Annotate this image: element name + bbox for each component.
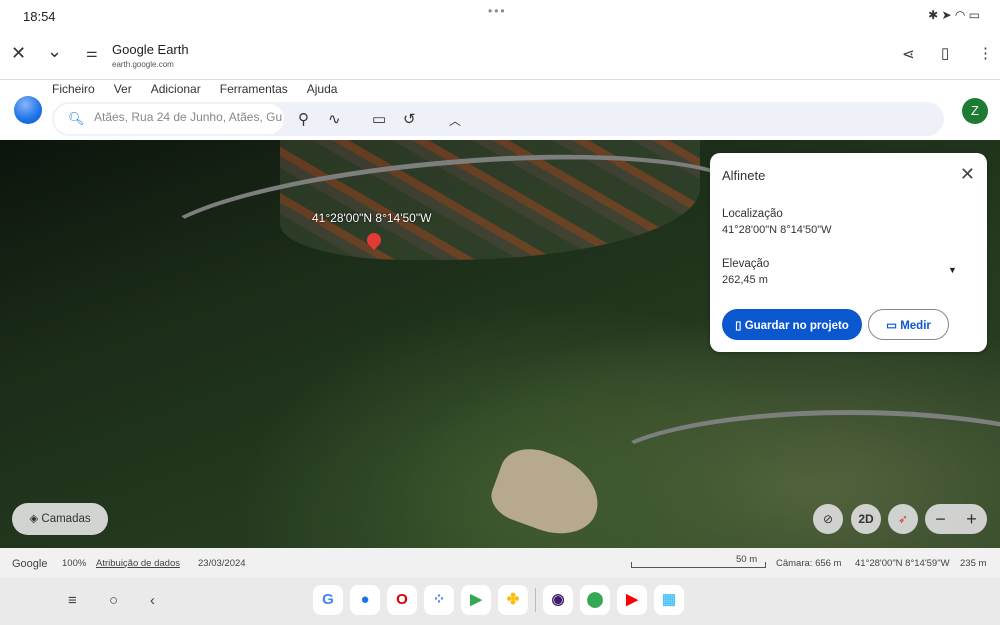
cursor-coords: 41°28'00"N 8°14'59"W [855, 558, 950, 569]
avatar[interactable]: Z [962, 98, 988, 124]
location-value: 41°28'00"N 8°14'50"W [722, 224, 832, 236]
measure-button[interactable]: ▭ Medir [868, 309, 949, 340]
menu-tools[interactable]: Ferramentas [220, 82, 288, 96]
browser-bar: ✕ ⌄ ⚌ Google Earth earth.google.com ⋖ ▯ … [0, 32, 1000, 80]
google-brand: Google [12, 558, 48, 570]
bookmark-icon: ▯ [735, 319, 745, 332]
status-icons: ✱ ➤ ◠ ▭ [928, 8, 980, 22]
save-label: Guardar no projeto [744, 319, 849, 332]
page-title: Google Earth [112, 42, 189, 57]
menu-help[interactable]: Ajuda [307, 82, 338, 96]
cursor-elevation: 235 m [960, 558, 987, 569]
home-icon[interactable]: ○ [109, 592, 118, 609]
quarry-area [485, 439, 610, 546]
app-photos-icon[interactable]: ✤ [498, 585, 528, 615]
more-vert-icon[interactable]: ⋮ [978, 44, 993, 62]
history-icon[interactable]: ↺ [403, 110, 416, 128]
chevron-up-icon[interactable]: ︿ [449, 112, 461, 129]
card-title: Alfinete [722, 168, 766, 183]
elevation-value: 262,45 m [722, 274, 768, 286]
menu-view[interactable]: Ver [114, 82, 132, 96]
bookmark-icon[interactable]: ▯ [941, 44, 949, 62]
close-icon[interactable]: ✕ [960, 164, 975, 185]
measure-label: Medir [900, 319, 931, 332]
zoom-level: 100% [62, 558, 87, 569]
app-opera-icon[interactable]: O [387, 585, 417, 615]
save-to-project-button[interactable]: ▯ Guardar no projeto [722, 309, 862, 340]
search-input[interactable] [94, 110, 284, 124]
more-dots: ••• [488, 4, 507, 18]
menu-file[interactable]: Ficheiro [52, 82, 95, 96]
ruler-icon: ▭ [886, 319, 901, 332]
scale-label: 50 m [736, 554, 758, 565]
app-google-icon[interactable]: G [313, 585, 343, 615]
app-maps-icon[interactable]: ⬤ [580, 585, 610, 615]
location-label: Localização [722, 208, 783, 220]
app-assistant-icon[interactable]: ⁘ [424, 585, 454, 615]
app-messages-icon[interactable]: ● [350, 585, 380, 615]
menu-bar: Ficheiro Ver Adicionar Ferramentas Ajuda [52, 82, 356, 96]
zoom-out-icon[interactable]: − [935, 504, 946, 534]
pin-info-card: Alfinete ✕ Localização 41°28'00"N 8°14'5… [710, 153, 987, 352]
imagery-date: 23/03/2024 [198, 558, 246, 569]
android-taskbar: ≡ ○ ‹ G ● O ⁘ ▶ ✤ ◉ ⬤ ▶ ▦ [0, 578, 1000, 625]
app-play-store-icon[interactable]: ▶ [461, 585, 491, 615]
menu-add[interactable]: Adicionar [151, 82, 201, 96]
layers-icon: ◈ [29, 513, 42, 525]
map-footer: Google 100% Atribuição de dados 23/03/20… [0, 548, 1000, 578]
clock: 18:54 [23, 9, 56, 24]
ruler-icon[interactable]: ▭ [372, 110, 386, 128]
search-icon: 🔍︎ [68, 111, 85, 126]
layers-button[interactable]: ◈ Camadas [12, 503, 108, 535]
zoom-control: − + [925, 504, 987, 534]
page-url: earth.google.com [112, 60, 174, 69]
app-dock: G ● O ⁘ ▶ ✤ ◉ ⬤ ▶ ▦ [313, 585, 684, 615]
status-bar: 18:54 ••• ✱ ➤ ◠ ▭ [0, 0, 1000, 32]
recents-icon[interactable]: ≡ [68, 592, 77, 609]
toolbar: 🔍︎ ⚲ ∿ ▭ ↺ ︿ [52, 102, 944, 136]
chevron-down-icon[interactable]: ⌄ [47, 41, 62, 62]
compass-icon[interactable]: ➶ [888, 504, 918, 534]
search-box[interactable]: 🔍︎ [54, 104, 284, 134]
back-icon[interactable]: ‹ [150, 592, 155, 609]
pin-label: 41°28'00"N 8°14'50"W [312, 211, 432, 225]
camera-altitude: Câmara: 656 m [776, 558, 842, 569]
app-camera-icon[interactable]: ◉ [543, 585, 573, 615]
layers-label: Camadas [41, 513, 91, 525]
google-earth-logo[interactable] [14, 96, 42, 124]
data-attribution-link[interactable]: Atribuição de dados [96, 558, 180, 569]
2d-toggle-button[interactable]: 2D [851, 504, 881, 534]
dock-separator [535, 588, 536, 612]
elevation-label: Elevação [722, 258, 770, 270]
close-icon[interactable]: ✕ [11, 43, 26, 64]
site-settings-icon[interactable]: ⚌ [86, 45, 98, 61]
app-apps-icon[interactable]: ▦ [654, 585, 684, 615]
dropdown-icon[interactable]: ▼ [948, 265, 957, 275]
share-icon[interactable]: ⋖ [902, 45, 915, 63]
road [145, 140, 755, 306]
app-youtube-icon[interactable]: ▶ [617, 585, 647, 615]
location-off-icon[interactable]: ⊘ [813, 504, 843, 534]
path-icon[interactable]: ∿ [328, 110, 341, 128]
placemark-icon[interactable]: ⚲ [298, 110, 309, 128]
zoom-in-icon[interactable]: + [966, 504, 977, 534]
